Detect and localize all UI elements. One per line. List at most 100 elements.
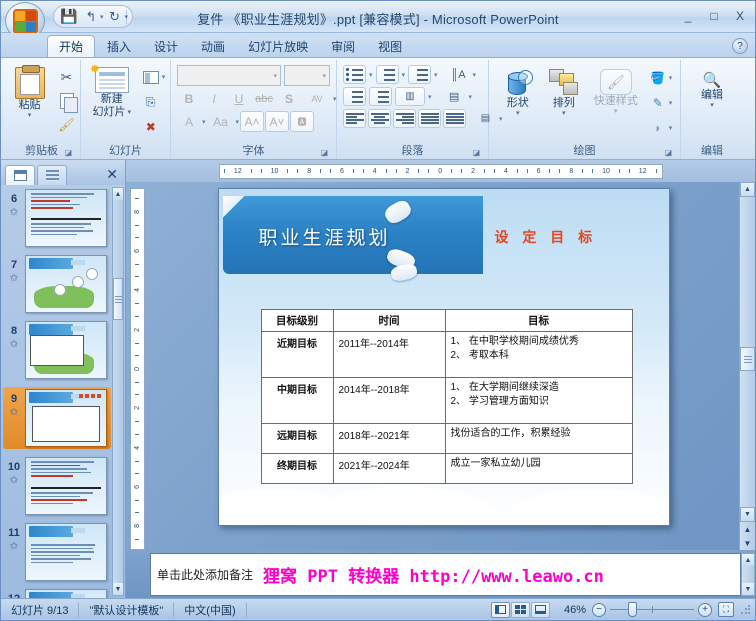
help-icon[interactable]: ? bbox=[732, 38, 748, 54]
layout-button[interactable] bbox=[140, 66, 162, 88]
font-name-combo[interactable]: ▾ bbox=[177, 65, 281, 86]
tab-view[interactable]: 视图 bbox=[367, 35, 413, 57]
font-color-button[interactable]: Aa bbox=[207, 111, 235, 132]
horizontal-ruler[interactable]: 12 10 8 6 4 2 0 2 4 6 8 10 12 bbox=[218, 163, 663, 179]
scroll-down-icon[interactable]: ▼ bbox=[113, 583, 123, 595]
list-item[interactable]: 6 ✩ bbox=[3, 189, 111, 247]
format-painter-button[interactable]: 🖌 bbox=[56, 114, 78, 136]
shapes-dropdown-icon[interactable]: ▾ bbox=[516, 110, 520, 118]
numbering-dropdown-icon[interactable]: ▾ bbox=[402, 71, 406, 79]
zoom-out-button[interactable]: − bbox=[592, 602, 606, 617]
new-slide-button[interactable]: ✸ 新建 幻灯片 ▾ bbox=[86, 62, 138, 119]
align-text-button[interactable]: ▤ bbox=[443, 87, 466, 106]
list-item[interactable]: 11 ✩ bbox=[3, 523, 111, 581]
tab-slideshow[interactable]: 幻灯片放映 bbox=[237, 35, 319, 57]
editing-button[interactable]: 🔍 编辑 ▾ bbox=[688, 68, 736, 110]
increase-indent-button[interactable] bbox=[369, 87, 392, 106]
text-direction-dropdown-icon[interactable]: ▾ bbox=[473, 71, 477, 79]
table-row[interactable] bbox=[25, 321, 107, 379]
quick-styles-button[interactable]: 🖌 快速样式 ▾ bbox=[589, 66, 643, 116]
tab-animation[interactable]: 动画 bbox=[190, 35, 236, 57]
shape-fill-dropdown-icon[interactable]: ▾ bbox=[669, 74, 673, 82]
table-row[interactable]: 中期目标 2014年--2018年 1、 在大学期间继续深造 2、 学习管理方面… bbox=[260, 377, 633, 424]
shape-outline-dropdown-icon[interactable]: ▾ bbox=[669, 99, 673, 107]
change-case-dropdown-icon[interactable]: ▾ bbox=[202, 118, 206, 126]
clear-formatting-button[interactable]: 🅰 bbox=[290, 111, 315, 132]
table-row[interactable] bbox=[25, 457, 107, 515]
slide-title-banner[interactable]: 职业生涯规划 bbox=[222, 196, 483, 274]
cut-button[interactable]: ✂ bbox=[56, 66, 78, 88]
tab-home[interactable]: 开始 bbox=[47, 35, 96, 57]
design-template-name[interactable]: "默认设计模板" bbox=[79, 599, 173, 620]
decrease-indent-button[interactable] bbox=[343, 87, 366, 106]
close-button[interactable]: X bbox=[731, 8, 749, 24]
arrange-dropdown-icon[interactable]: ▾ bbox=[562, 110, 566, 118]
close-pane-icon[interactable]: ✕ bbox=[106, 166, 118, 183]
underline-button[interactable]: U bbox=[227, 88, 251, 109]
notes-scrollbar[interactable]: ▲ ▼ bbox=[741, 553, 755, 596]
notes-scroll-down-icon[interactable]: ▼ bbox=[742, 583, 754, 595]
maximize-button[interactable]: □ bbox=[705, 8, 723, 24]
drawing-dialog-launcher-icon[interactable]: ◪ bbox=[663, 147, 674, 158]
bold-button[interactable]: B bbox=[177, 88, 201, 109]
slide-canvas[interactable]: 职业生涯规划 设 定 目 标 目标级别 时间 目标 近期目标 2011年--20… bbox=[217, 188, 670, 526]
table-row[interactable] bbox=[25, 589, 107, 598]
shape-fill-button[interactable]: 🪣 bbox=[647, 67, 669, 89]
notes-text-area[interactable]: 单击此处添加备注 狸窝 PPT 转换器 http://www.leawo.cn bbox=[150, 553, 741, 596]
font-dialog-launcher-icon[interactable]: ◪ bbox=[319, 147, 330, 158]
align-text-dropdown-icon[interactable]: ▾ bbox=[469, 93, 473, 101]
tab-insert[interactable]: 插入 bbox=[96, 35, 142, 57]
copy-button[interactable] bbox=[56, 90, 78, 113]
scroll-up-icon[interactable]: ▲ bbox=[113, 188, 123, 200]
thumbnail-scrollbar[interactable]: ▲ ▼ bbox=[112, 187, 124, 596]
align-center-button[interactable] bbox=[368, 109, 391, 128]
scroll-down-icon[interactable]: ▼ bbox=[740, 507, 755, 522]
slide-sorter-button[interactable] bbox=[510, 601, 530, 618]
character-spacing-dropdown-icon[interactable]: ▾ bbox=[333, 95, 337, 103]
slideshow-view-button[interactable] bbox=[530, 601, 550, 618]
numbering-button[interactable] bbox=[375, 65, 399, 84]
pane-tab-outline[interactable] bbox=[37, 165, 67, 185]
table-row[interactable] bbox=[25, 389, 107, 447]
shape-effects-button[interactable]: ◗ bbox=[647, 117, 669, 139]
table-row[interactable] bbox=[25, 523, 107, 581]
shape-effects-dropdown-icon[interactable]: ▾ bbox=[669, 124, 673, 132]
line-spacing-dropdown-icon[interactable]: ▾ bbox=[434, 71, 438, 79]
previous-slide-icon[interactable]: ▲ bbox=[740, 522, 755, 536]
change-case-button[interactable]: A bbox=[177, 111, 201, 132]
table-row[interactable]: 近期目标 2011年--2014年 1、 在中职学校期间成绩优秀 2、 考取本科 bbox=[260, 331, 633, 378]
distribute-button[interactable] bbox=[443, 109, 466, 128]
minimize-button[interactable]: _ bbox=[679, 8, 697, 24]
vertical-ruler[interactable]: 8 6 4 2 0 2 4 6 8 bbox=[129, 188, 145, 550]
new-slide-dropdown-icon[interactable]: ▾ bbox=[127, 109, 131, 117]
reset-button[interactable]: ⎘ bbox=[140, 91, 162, 113]
goal-table-container[interactable]: 目标级别 时间 目标 近期目标 2011年--2014年 1、 在中职学校期间成… bbox=[260, 309, 633, 484]
pane-tab-slides[interactable] bbox=[5, 165, 35, 185]
paste-button[interactable]: 粘贴 ▾ bbox=[6, 64, 54, 120]
columns-dropdown-icon[interactable]: ▾ bbox=[428, 93, 432, 101]
fit-slide-to-window-icon[interactable]: ⛶ bbox=[718, 602, 734, 617]
resize-grip-icon[interactable] bbox=[740, 603, 752, 616]
align-left-button[interactable] bbox=[343, 109, 366, 128]
delete-slide-button[interactable]: ✖ bbox=[140, 116, 162, 138]
zoom-slider-thumb[interactable] bbox=[628, 602, 637, 617]
list-item[interactable]: 10 ✩ bbox=[3, 457, 111, 515]
shapes-button[interactable]: 形状 ▾ bbox=[497, 66, 539, 118]
tab-review[interactable]: 审阅 bbox=[320, 35, 366, 57]
normal-view-button[interactable] bbox=[490, 601, 510, 618]
font-color-dropdown-icon[interactable]: ▾ bbox=[236, 118, 240, 126]
list-item[interactable]: 8 ✩ bbox=[3, 321, 111, 379]
zoom-in-button[interactable]: + bbox=[698, 602, 712, 617]
slide-counter[interactable]: 幻灯片 9/13 bbox=[1, 599, 78, 620]
decrease-font-size-button[interactable]: A˅ bbox=[265, 111, 290, 132]
columns-button[interactable]: ▥ bbox=[395, 87, 425, 106]
text-direction-button[interactable]: ║A bbox=[447, 65, 470, 84]
scroll-up-icon[interactable]: ▲ bbox=[740, 182, 755, 197]
shadow-button[interactable]: S bbox=[277, 88, 301, 109]
table-row[interactable]: 远期目标 2018年--2021年 找份适合的工作，积累经验 bbox=[260, 423, 633, 454]
list-item[interactable]: 12 bbox=[3, 589, 111, 598]
layout-dropdown-icon[interactable]: ▾ bbox=[162, 73, 166, 81]
editing-dropdown-icon[interactable]: ▾ bbox=[710, 102, 714, 110]
language-indicator[interactable]: 中文(中国) bbox=[174, 599, 245, 620]
list-item[interactable]: 7 ✩ bbox=[3, 255, 111, 313]
